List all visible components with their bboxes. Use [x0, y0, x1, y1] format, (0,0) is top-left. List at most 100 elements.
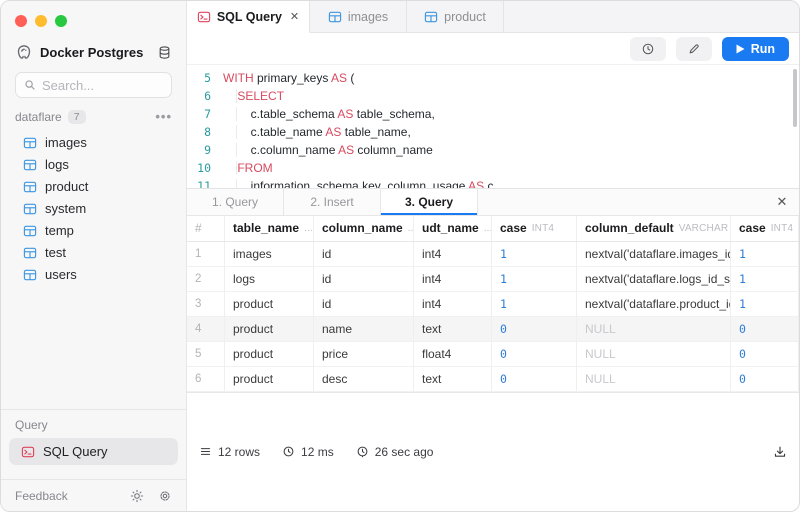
column-type: INT4 [771, 223, 793, 234]
column-header-udt_name[interactable]: udt_name... [414, 216, 492, 241]
tab-close-icon[interactable]: ✕ [290, 10, 299, 23]
tab-images[interactable]: images [310, 1, 407, 32]
run-button[interactable]: Run [722, 37, 789, 61]
table-row[interactable]: 1imagesidint41nextval('dataflare.images_… [187, 242, 799, 267]
sidebar-item-test[interactable]: test [1, 242, 186, 264]
history-button[interactable] [630, 37, 666, 61]
status-label: 26 sec ago [375, 445, 434, 459]
cell-case_b: 0 [731, 342, 799, 367]
column-header-index[interactable]: # [187, 216, 225, 241]
more-icon[interactable]: ••• [155, 113, 172, 121]
sidebar-item-label: system [45, 202, 86, 216]
schema-name: dataflare [15, 110, 62, 124]
editor-toolbar: Run [187, 33, 799, 65]
line-number: 10 [197, 159, 223, 177]
sidebar-item-users[interactable]: users [1, 264, 186, 286]
code-text: information_schema.key_column_usage AS c [223, 177, 494, 188]
column-header-column_default[interactable]: column_defaultVARCHAR [577, 216, 731, 241]
app-window: Docker Postgres dataflare 7 ••• [0, 0, 800, 512]
sidebar-item-system[interactable]: system [1, 198, 186, 220]
close-results-button[interactable]: ✕ [765, 189, 799, 215]
table-icon [23, 180, 37, 194]
column-header-case[interactable]: caseINT4 [731, 216, 799, 241]
table-icon [23, 202, 37, 216]
tab-product[interactable]: product [407, 1, 504, 32]
cell-case_a: 0 [492, 367, 577, 392]
sidebar-item-logs[interactable]: logs [1, 154, 186, 176]
sidebar-item-label: SQL Query [43, 444, 108, 459]
database-icon[interactable] [157, 45, 172, 60]
format-button[interactable] [676, 37, 712, 61]
feedback-link[interactable]: Feedback [15, 489, 116, 503]
cell-column_default: nextval('dataflare.images_id_s... [577, 242, 731, 267]
sidebar-item-images[interactable]: images [1, 132, 186, 154]
column-header-case[interactable]: caseINT4 [492, 216, 577, 241]
table-icon [328, 10, 342, 24]
column-header-table_name[interactable]: table_name... [225, 216, 314, 241]
search-input[interactable] [42, 78, 163, 93]
column-type: ... [304, 223, 313, 234]
sidebar: Docker Postgres dataflare 7 ••• [1, 1, 187, 511]
sidebar-item-label: temp [45, 224, 74, 238]
table-count-badge: 7 [68, 110, 86, 124]
sidebar-item-label: images [45, 136, 87, 150]
sidebar-item-product[interactable]: product [1, 176, 186, 198]
play-icon [736, 44, 745, 54]
close-icon: ✕ [777, 194, 788, 210]
status-history-clock: 26 sec ago [356, 445, 434, 459]
sidebar-item-sql-query[interactable]: SQL Query [9, 438, 178, 465]
settings-gear-icon[interactable] [158, 489, 172, 503]
zoom-window-button[interactable] [55, 15, 67, 27]
download-icon [773, 445, 787, 459]
line-number: 5 [197, 69, 223, 87]
editor-scrollbar[interactable] [793, 69, 797, 127]
column-header-column_name[interactable]: column_name... [314, 216, 414, 241]
window-controls [1, 1, 186, 27]
download-button[interactable] [773, 445, 787, 459]
sidebar-item-temp[interactable]: temp [1, 220, 186, 242]
tab-sql-query[interactable]: SQL Query ✕ [187, 1, 310, 33]
results-tab-label: 1. Query [212, 195, 258, 209]
table-icon [23, 136, 37, 150]
minimize-window-button[interactable] [35, 15, 47, 27]
results-rows: 1imagesidint41nextval('dataflare.images_… [187, 242, 799, 392]
code-line: 8 c.table_name AS table_name, [197, 123, 799, 141]
results-tab-1-query[interactable]: 1. Query [187, 189, 284, 215]
table-row[interactable]: 5productpricefloat40NULL0 [187, 342, 799, 367]
cell-udt_name: int4 [414, 267, 492, 292]
theme-sun-icon[interactable] [130, 489, 144, 503]
cell-num: 5 [187, 342, 225, 367]
cell-column_name: name [314, 317, 414, 342]
code-text: WITH primary_keys AS ( [223, 69, 354, 87]
cell-udt_name: int4 [414, 242, 492, 267]
cell-column_default: NULL [577, 367, 731, 392]
line-number: 7 [197, 105, 223, 123]
cell-column_name: price [314, 342, 414, 367]
cell-case_a: 1 [492, 242, 577, 267]
cell-num: 6 [187, 367, 225, 392]
table-row[interactable]: 6productdesctext0NULL0 [187, 367, 799, 392]
tab-label: SQL Query [217, 10, 282, 24]
code-text: c.table_name AS table_name, [223, 123, 411, 141]
table-row[interactable]: 4productnametext0NULL0 [187, 317, 799, 342]
cell-table_name: product [225, 342, 314, 367]
table-icon [23, 224, 37, 238]
cell-num: 1 [187, 242, 225, 267]
results-tab-3-query[interactable]: 3. Query [381, 189, 478, 215]
tab-bar-spacer [504, 1, 799, 32]
table-icon [23, 268, 37, 282]
table-row[interactable]: 3productidint41nextval('dataflare.produc… [187, 292, 799, 317]
line-number: 11 [197, 177, 223, 188]
cell-num: 4 [187, 317, 225, 342]
list-icon [199, 445, 212, 458]
history-clock-icon [356, 445, 369, 458]
cell-column_default: NULL [577, 342, 731, 367]
run-button-label: Run [751, 42, 775, 56]
table-row[interactable]: 2logsidint41nextval('dataflare.logs_id_s… [187, 267, 799, 292]
sql-editor[interactable]: 5WITH primary_keys AS (6 SELECT7 c.table… [187, 65, 799, 188]
results-tab-label: 3. Query [405, 195, 453, 209]
results-tab-2-insert[interactable]: 2. Insert [284, 189, 381, 215]
line-number: 6 [197, 87, 223, 105]
close-window-button[interactable] [15, 15, 27, 27]
search-box[interactable] [15, 72, 172, 98]
